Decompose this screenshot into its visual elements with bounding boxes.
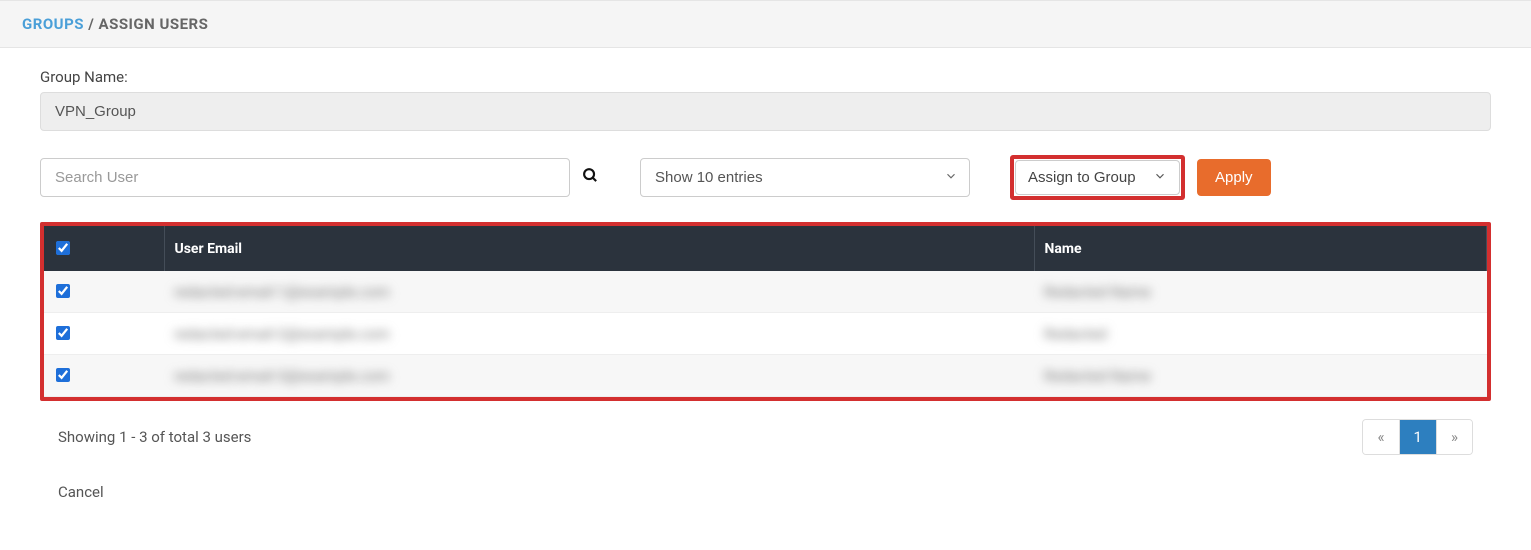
assign-action-select[interactable]: Assign to Group bbox=[1015, 160, 1180, 195]
users-table: User Email Name redacted-email-1@example… bbox=[44, 226, 1487, 397]
breadcrumb-sep: / bbox=[84, 15, 99, 33]
user-email-cell: redacted-email-2@example.com bbox=[174, 325, 390, 343]
table-row: redacted-email-1@example.com Redacted Na… bbox=[44, 271, 1487, 313]
assign-action-highlight: Assign to Group bbox=[1010, 155, 1185, 200]
column-header-email[interactable]: User Email bbox=[164, 226, 1034, 271]
search-icon[interactable] bbox=[570, 167, 610, 189]
user-name-cell: Redacted Name bbox=[1044, 367, 1151, 385]
users-table-highlight: User Email Name redacted-email-1@example… bbox=[40, 222, 1491, 401]
breadcrumb-current: ASSIGN USERS bbox=[99, 15, 209, 33]
table-row: redacted-email-3@example.com Redacted Na… bbox=[44, 355, 1487, 397]
row-checkbox[interactable] bbox=[56, 368, 70, 382]
pagination-page-1[interactable]: 1 bbox=[1400, 420, 1437, 454]
pagination-next[interactable]: » bbox=[1437, 420, 1472, 454]
pagination: « 1 » bbox=[1362, 419, 1473, 455]
breadcrumb-root-link[interactable]: GROUPS bbox=[22, 15, 84, 33]
row-checkbox[interactable] bbox=[56, 326, 70, 340]
user-email-cell: redacted-email-3@example.com bbox=[174, 367, 390, 385]
user-email-cell: redacted-email-1@example.com bbox=[174, 283, 390, 301]
cancel-link[interactable]: Cancel bbox=[40, 483, 1491, 501]
breadcrumb: GROUPS / ASSIGN USERS bbox=[0, 0, 1531, 48]
row-checkbox[interactable] bbox=[56, 284, 70, 298]
table-row: redacted-email-2@example.com Redacted bbox=[44, 313, 1487, 355]
search-user-input[interactable] bbox=[40, 158, 570, 197]
group-name-label: Group Name: bbox=[40, 68, 1491, 86]
column-header-name[interactable]: Name bbox=[1034, 226, 1487, 271]
apply-button[interactable]: Apply bbox=[1197, 159, 1271, 196]
group-name-input[interactable] bbox=[40, 92, 1491, 131]
user-name-cell: Redacted bbox=[1044, 325, 1107, 343]
user-name-cell: Redacted Name bbox=[1044, 283, 1151, 301]
entries-per-page-select[interactable]: Show 10 entries bbox=[640, 158, 970, 197]
showing-count: Showing 1 - 3 of total 3 users bbox=[58, 428, 251, 446]
select-all-checkbox[interactable] bbox=[56, 241, 70, 255]
pagination-prev[interactable]: « bbox=[1363, 420, 1399, 454]
